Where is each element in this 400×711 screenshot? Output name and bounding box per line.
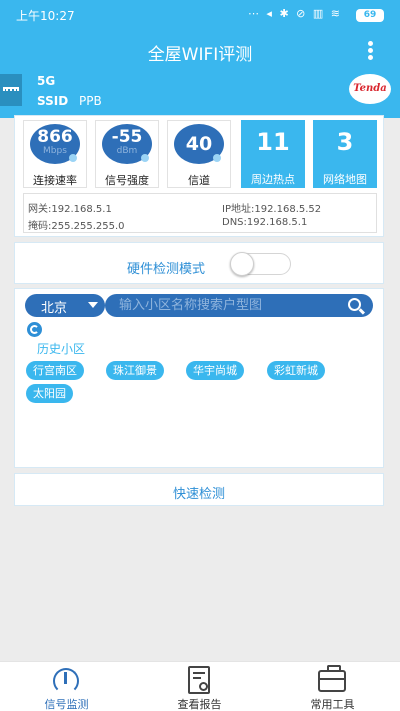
- title-bar: 全屋WIFI评测: [0, 30, 400, 72]
- quick-check-label: 快速检测: [172, 487, 225, 502]
- gauge-circle: 40: [174, 124, 224, 164]
- nearby-hotspots-tile[interactable]: 11 周边热点: [241, 120, 305, 188]
- router-brand-logo: Tenda: [349, 74, 391, 104]
- ssid-value: PPB: [79, 94, 102, 108]
- bottom-tab-bar: 信号监测 查看报告 常用工具: [0, 661, 400, 711]
- quick-check-button[interactable]: 快速检测: [14, 473, 384, 506]
- ip-text: IP地址:192.168.5.52: [222, 204, 322, 215]
- wifi-info-header: 5G SSID PPB Tenda: [0, 72, 400, 118]
- stat-value: -55: [111, 127, 143, 147]
- search-box: [105, 294, 373, 317]
- wifi-dot-icon: [141, 154, 149, 162]
- tab-signal-monitor[interactable]: 信号监测: [0, 662, 133, 711]
- tile-value: 11: [256, 128, 290, 156]
- tile-label: 网络地图: [323, 173, 367, 186]
- hardware-mode-label: 硬件检测模式: [127, 262, 206, 277]
- stat-label: 信道: [188, 174, 210, 187]
- stat-link-speed: 866 Mbps 连接速率: [23, 120, 87, 188]
- history-tag[interactable]: 行宫南区: [26, 361, 84, 380]
- wifi-dot-icon: [69, 154, 77, 162]
- wifi-band: 5G: [37, 74, 56, 88]
- history-tag[interactable]: 珠江御景: [106, 361, 164, 380]
- refresh-icon[interactable]: [27, 322, 42, 337]
- history-label: 历史小区: [37, 342, 86, 356]
- network-map-tile[interactable]: 3 网络地图: [313, 120, 377, 188]
- stat-label: 信号强度: [105, 174, 149, 187]
- history-tag[interactable]: 彩虹新城: [267, 361, 325, 380]
- history-tag[interactable]: 华宇尚城: [186, 361, 244, 380]
- chevron-down-icon: [88, 302, 98, 308]
- wifi-dot-icon: [213, 154, 221, 162]
- stat-signal-strength: -55 dBm 信号强度: [95, 120, 159, 188]
- hardware-mode-toggle[interactable]: [230, 252, 291, 276]
- stat-value: 866: [37, 127, 73, 147]
- network-info: 网关:192.168.5.1 IP地址:192.168.5.52 掩码:255.…: [23, 193, 377, 233]
- gauge-circle: -55 dBm: [102, 124, 152, 164]
- stat-channel: 40 信道: [167, 120, 231, 188]
- page-title: 全屋WIFI评测: [147, 45, 253, 65]
- gateway-text: 网关:192.168.5.1: [28, 204, 112, 215]
- tab-label: 信号监测: [44, 698, 89, 711]
- stat-label: 连接速率: [33, 174, 77, 187]
- city-selector[interactable]: 北京: [25, 294, 105, 317]
- hardware-mode-card: 硬件检测模式: [14, 242, 384, 284]
- ssid-label: SSID: [37, 94, 69, 108]
- more-menu-icon[interactable]: [368, 41, 374, 61]
- dns-text: DNS:192.168.5.1: [222, 217, 308, 228]
- search-icon[interactable]: [348, 298, 361, 311]
- router-icon[interactable]: [0, 74, 22, 106]
- toggle-knob: [230, 252, 254, 276]
- gauge-icon: [53, 668, 79, 694]
- tile-value: 3: [336, 128, 354, 156]
- city-name: 北京: [41, 301, 68, 316]
- status-bar: 上午10:27 ⋯ ◂ ✱ ⊘ ▥ ≋ 69: [0, 0, 400, 30]
- tile-label: 周边热点: [251, 173, 295, 186]
- report-icon: [188, 666, 210, 694]
- status-icons: ⋯ ◂ ✱ ⊘ ▥ ≋: [247, 7, 342, 20]
- tab-label: 常用工具: [310, 698, 355, 711]
- battery-icon: 69: [356, 9, 384, 22]
- tab-view-report[interactable]: 查看报告: [133, 662, 266, 711]
- tab-common-tools[interactable]: 常用工具: [266, 662, 399, 711]
- gauge-circle: 866 Mbps: [30, 124, 80, 164]
- search-card: 北京 历史小区 行宫南区 珠江御景 华宇尚城 彩虹新城 太阳园: [14, 288, 384, 468]
- toolbox-icon: [318, 665, 346, 692]
- history-tag[interactable]: 太阳园: [26, 384, 73, 403]
- status-time: 上午10:27: [16, 9, 75, 23]
- search-input[interactable]: [119, 296, 334, 315]
- mask-text: 掩码:255.255.255.0: [28, 221, 125, 232]
- tab-label: 查看报告: [177, 698, 222, 711]
- stat-value: 40: [185, 133, 213, 155]
- stats-card: 866 Mbps 连接速率 -55 dBm 信号强度 40 信道 11 周边热点…: [14, 115, 384, 237]
